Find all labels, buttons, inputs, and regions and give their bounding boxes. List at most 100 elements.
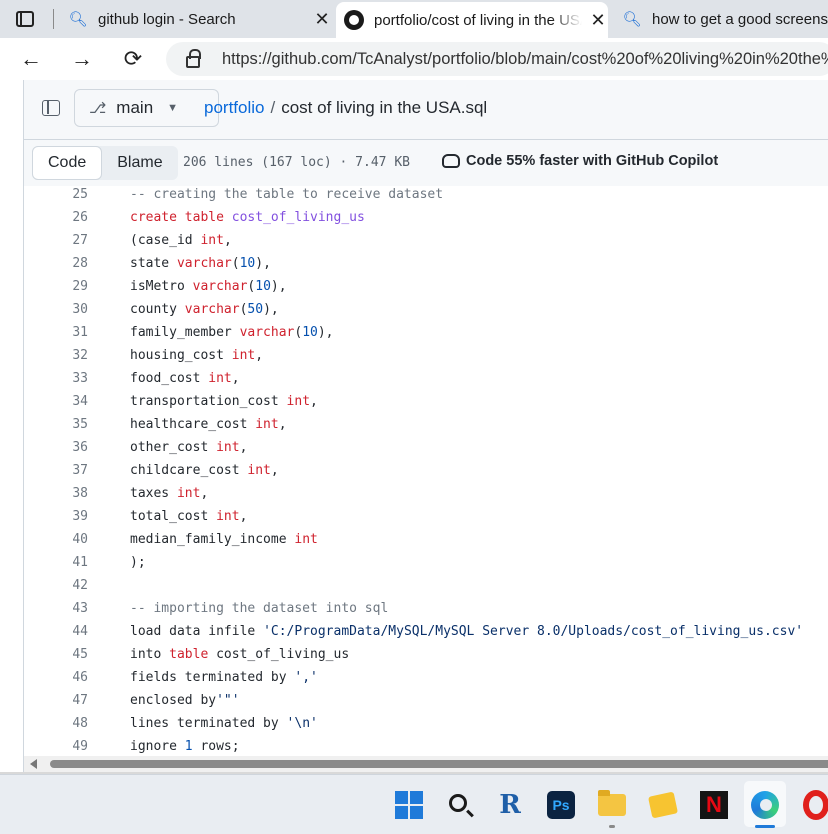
line-number[interactable]: 39 xyxy=(24,509,88,524)
code-line: 44 load data infile 'C:/ProgramData/MySQL… xyxy=(24,620,828,643)
line-number[interactable]: 26 xyxy=(24,210,88,225)
line-number[interactable]: 35 xyxy=(24,417,88,432)
netflix-icon: N xyxy=(700,791,728,819)
sidebar-icon xyxy=(42,100,60,116)
code-text: (case_id int, xyxy=(130,233,232,248)
tab-screenshot-search[interactable]: 🔍︎ how to get a good screenshot xyxy=(614,2,828,36)
navigation-bar: ← → ⟳ https://github.com/TcAnalyst/portf… xyxy=(0,38,828,80)
lock-icon[interactable] xyxy=(186,49,201,68)
scrollbar-thumb[interactable] xyxy=(50,760,828,768)
code-text: lines terminated by '\n' xyxy=(130,716,318,731)
breadcrumb: portfolio / cost of living in the USA.sql xyxy=(204,98,487,118)
tab-actions-icon xyxy=(16,11,34,27)
code-text: childcare_cost int, xyxy=(130,463,279,478)
line-number[interactable]: 37 xyxy=(24,463,88,478)
line-number[interactable]: 31 xyxy=(24,325,88,340)
code-text: other_cost int, xyxy=(130,440,248,455)
line-number[interactable]: 32 xyxy=(24,348,88,363)
code-text: state varchar(10), xyxy=(130,256,271,271)
line-number[interactable]: 28 xyxy=(24,256,88,271)
tab-divider xyxy=(53,9,54,29)
line-number[interactable]: 47 xyxy=(24,693,88,708)
code-line: 35 healthcare_cost int, xyxy=(24,413,828,436)
edge-icon xyxy=(751,791,779,819)
file-explorer-button[interactable] xyxy=(596,789,628,821)
code-line: 32 housing_cost int, xyxy=(24,344,828,367)
search-icon: 🔍︎ xyxy=(68,11,88,28)
line-number[interactable]: 25 xyxy=(24,187,88,202)
code-text: transportation_cost int, xyxy=(130,394,318,409)
code-line: 45 into table cost_of_living_us xyxy=(24,643,828,666)
code-line: 30 county varchar(50), xyxy=(24,298,828,321)
tab-title: how to get a good screenshot xyxy=(652,10,828,28)
edge-button[interactable] xyxy=(749,789,781,821)
line-number[interactable]: 43 xyxy=(24,601,88,616)
line-number[interactable]: 42 xyxy=(24,578,88,593)
windows-start-icon xyxy=(395,791,423,819)
file-explorer-icon xyxy=(598,790,626,816)
branch-selector[interactable]: ⎇ main ▼ xyxy=(74,89,219,127)
line-number[interactable]: 38 xyxy=(24,486,88,501)
code-line: 26 create table cost_of_living_us xyxy=(24,206,828,229)
tab-strip: 🔍︎ github login - Search ✕ portfolio/cos… xyxy=(0,0,828,38)
horizontal-scrollbar[interactable] xyxy=(24,756,828,772)
code-text: ); xyxy=(130,555,146,570)
breadcrumb-file-name: cost of living in the USA.sql xyxy=(281,98,488,117)
refresh-button[interactable]: ⟳ xyxy=(118,44,148,74)
r-studio-button[interactable]: R xyxy=(494,789,526,821)
copilot-banner[interactable]: Code 55% faster with GitHub Copilot xyxy=(442,153,718,169)
code-line: 37 childcare_cost int, xyxy=(24,459,828,482)
search-button[interactable] xyxy=(444,789,476,821)
address-bar[interactable]: https://github.com/TcAnalyst/portfolio/b… xyxy=(166,42,828,76)
back-button[interactable]: ← xyxy=(16,44,46,74)
photoshop-icon: Ps xyxy=(547,791,575,819)
line-number[interactable]: 27 xyxy=(24,233,88,248)
code-line: 36 other_cost int, xyxy=(24,436,828,459)
code-view[interactable]: 25 -- creating the table to receive datas… xyxy=(24,186,828,758)
tab-portfolio-file[interactable]: portfolio/cost of living in the USA.sql … xyxy=(336,2,608,38)
line-number[interactable]: 40 xyxy=(24,532,88,547)
github-icon xyxy=(344,10,364,30)
code-line: 31 family_member varchar(10), xyxy=(24,321,828,344)
code-text: family_member varchar(10), xyxy=(130,325,334,340)
line-number[interactable]: 46 xyxy=(24,670,88,685)
tab-github-login-search[interactable]: 🔍︎ github login - Search ✕ xyxy=(62,2,332,36)
sticky-notes-button[interactable] xyxy=(647,789,679,821)
line-number[interactable]: 45 xyxy=(24,647,88,662)
opera-button[interactable] xyxy=(800,789,828,821)
blame-tab[interactable]: Blame xyxy=(102,146,177,180)
line-number[interactable]: 36 xyxy=(24,440,88,455)
netflix-button[interactable]: N xyxy=(698,789,730,821)
windows-start-button[interactable] xyxy=(393,789,425,821)
close-icon[interactable]: ✕ xyxy=(588,10,608,31)
line-number[interactable]: 34 xyxy=(24,394,88,409)
line-number[interactable]: 44 xyxy=(24,624,88,639)
line-number[interactable]: 33 xyxy=(24,371,88,386)
line-number[interactable]: 30 xyxy=(24,302,88,317)
chevron-down-icon: ▼ xyxy=(167,102,179,114)
code-text: enclosed by'"' xyxy=(130,693,240,708)
code-text: housing_cost int, xyxy=(130,348,264,363)
line-number[interactable]: 41 xyxy=(24,555,88,570)
tab-actions-button[interactable] xyxy=(10,8,40,30)
code-line: 41); xyxy=(24,551,828,574)
code-line: 34 transportation_cost int, xyxy=(24,390,828,413)
code-tab[interactable]: Code xyxy=(32,146,103,180)
code-line: 43 -- importing the dataset into sql xyxy=(24,597,828,620)
photoshop-button[interactable]: Ps xyxy=(545,789,577,821)
line-number[interactable]: 49 xyxy=(24,739,88,754)
close-icon[interactable]: ✕ xyxy=(312,9,332,30)
code-line: 42 xyxy=(24,574,828,597)
code-line: 25 -- creating the table to receive datas… xyxy=(24,186,828,206)
forward-button[interactable]: → xyxy=(67,44,97,74)
line-number[interactable]: 29 xyxy=(24,279,88,294)
scroll-left-arrow-icon[interactable] xyxy=(30,759,37,769)
code-text: median_family_income int xyxy=(130,532,318,547)
toggle-sidebar-button[interactable] xyxy=(36,92,66,124)
breadcrumb-repo-link[interactable]: portfolio xyxy=(204,98,264,117)
tab-title: github login - Search xyxy=(98,10,236,28)
line-number[interactable]: 48 xyxy=(24,716,88,731)
opera-icon xyxy=(803,790,828,820)
code-line: 28 state varchar(10), xyxy=(24,252,828,275)
code-line: 38 taxes int, xyxy=(24,482,828,505)
